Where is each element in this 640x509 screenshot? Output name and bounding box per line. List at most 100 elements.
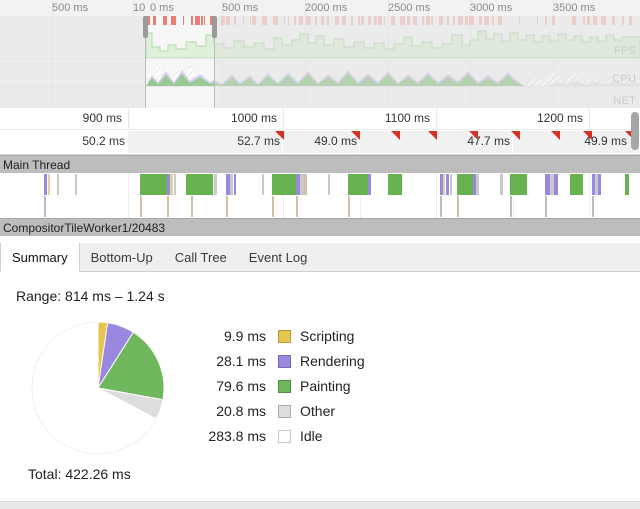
- vertical-scrollbar-thumb[interactable]: [631, 112, 639, 150]
- flame-bar-child[interactable]: [140, 196, 142, 217]
- tab-summary-label: Summary: [12, 250, 68, 265]
- frame-warning-icon: [469, 131, 478, 140]
- flame-bar-child[interactable]: [592, 196, 594, 217]
- flame-bar[interactable]: [272, 174, 296, 195]
- flame-gridline: [128, 173, 129, 218]
- timeline-overview[interactable]: 500 ms 10 0 ms 500 ms 2000 ms 2500 ms 3000 ms 3…: [0, 0, 640, 108]
- legend-row[interactable]: 9.9 ms Scripting: [188, 324, 365, 349]
- flame-gridline: [436, 173, 437, 218]
- flame-bar[interactable]: [75, 174, 77, 195]
- legend-swatch: [278, 355, 291, 369]
- flame-bar[interactable]: [598, 174, 601, 195]
- flame-bar-child[interactable]: [457, 196, 459, 217]
- frame-warning-icon: [551, 131, 560, 140]
- flame-bar-child[interactable]: [296, 196, 298, 217]
- legend-row[interactable]: 79.6 ms Painting: [188, 374, 365, 399]
- flame-bar[interactable]: [262, 174, 264, 195]
- flame-bar[interactable]: [230, 174, 233, 195]
- flame-bar[interactable]: [48, 174, 50, 195]
- flame-bar-child[interactable]: [226, 196, 228, 217]
- flame-bar[interactable]: [476, 174, 479, 195]
- frame-duration-label: 50.2 ms: [82, 134, 125, 148]
- flame-bar[interactable]: [570, 174, 583, 195]
- tab-event-log-label: Event Log: [248, 250, 308, 265]
- tab-call-tree[interactable]: Call Tree: [164, 243, 238, 272]
- tab-event-log[interactable]: Event Log: [238, 243, 319, 272]
- flame-bar[interactable]: [446, 174, 449, 195]
- summary-range-label: Range: 814 ms – 1.24 s: [16, 288, 165, 304]
- flame-bar[interactable]: [510, 174, 527, 195]
- flame-bar[interactable]: [57, 174, 59, 195]
- flame-bar[interactable]: [450, 174, 452, 195]
- flame-bar[interactable]: [328, 174, 330, 195]
- timeline-ruler-divider: [436, 108, 437, 130]
- legend-label: Idle: [300, 428, 323, 445]
- flame-bar[interactable]: [443, 174, 445, 195]
- flame-bar[interactable]: [170, 174, 173, 195]
- timeline-ruler-tick: 1200 ms: [536, 111, 583, 125]
- flame-bar-child[interactable]: [272, 196, 274, 217]
- tab-call-tree-label: Call Tree: [174, 250, 227, 265]
- flame-bar-child[interactable]: [510, 196, 512, 217]
- flame-bar[interactable]: [234, 174, 236, 195]
- overview-dim-left: [0, 16, 145, 108]
- flame-bar[interactable]: [214, 174, 217, 195]
- legend-row[interactable]: 28.1 ms Rendering: [188, 349, 365, 374]
- frames-row[interactable]: 50.2 ms 52.7 ms 49.0 ms 47.7 ms 49.9 ms: [0, 130, 640, 155]
- flame-bar[interactable]: [457, 174, 473, 195]
- overview-ruler-tick: 0 ms: [150, 2, 174, 14]
- overview-selection-handle-left[interactable]: [143, 16, 148, 38]
- overview-ruler-tick: 10: [133, 2, 146, 14]
- flame-bar[interactable]: [368, 174, 371, 195]
- timeline-ruler-tick: 1100 ms: [384, 111, 430, 125]
- tab-bottom-up[interactable]: Bottom-Up: [80, 243, 164, 272]
- flame-bar-child[interactable]: [440, 196, 442, 217]
- legend-label: Rendering: [300, 353, 365, 370]
- legend-label: Painting: [300, 378, 351, 395]
- frame-warning-icon: [428, 131, 437, 140]
- flame-bar[interactable]: [174, 174, 176, 195]
- legend-row[interactable]: 283.8 ms Idle: [188, 424, 365, 449]
- flame-bar-child[interactable]: [167, 196, 169, 217]
- frame-warning-icon: [583, 131, 592, 140]
- summary-total-label: Total: 422.26 ms: [28, 466, 131, 482]
- legend-swatch: [278, 380, 291, 394]
- pie-svg: [31, 321, 165, 455]
- tab-summary[interactable]: Summary: [0, 243, 80, 272]
- flame-bar[interactable]: [388, 174, 402, 195]
- flame-gridline: [589, 173, 590, 218]
- flame-bar-child[interactable]: [348, 196, 350, 217]
- legend-value: 28.1 ms: [216, 353, 266, 370]
- frame-warning-icon: [391, 131, 400, 140]
- devtools-performance-panel: 500 ms 10 0 ms 500 ms 2000 ms 2500 ms 3000 ms 3…: [0, 0, 640, 509]
- track-header-compositor[interactable]: CompositorTileWorker1/20483: [0, 218, 640, 236]
- flame-bar[interactable]: [500, 174, 503, 195]
- flame-bar[interactable]: [44, 174, 47, 195]
- legend-label: Scripting: [300, 328, 355, 345]
- overview-selection-window[interactable]: [145, 16, 215, 108]
- legend-value: 9.9 ms: [223, 328, 266, 345]
- legend-value: 283.8 ms: [208, 428, 266, 445]
- flame-bar-child[interactable]: [44, 196, 46, 217]
- track-title-main-thread: Main Thread: [3, 158, 71, 172]
- legend-value: 20.8 ms: [216, 403, 266, 420]
- flame-bar[interactable]: [304, 174, 307, 195]
- legend-swatch: [278, 430, 291, 444]
- timeline-ruler-divider: [128, 108, 129, 130]
- flame-bar-child[interactable]: [545, 196, 547, 217]
- flame-bar-child[interactable]: [191, 196, 193, 217]
- flame-chart-main-thread[interactable]: [0, 173, 640, 218]
- flame-bar[interactable]: [625, 174, 629, 195]
- overview-selection-handle-right[interactable]: [212, 16, 217, 38]
- overview-ruler-tick: 3000 ms: [470, 2, 513, 14]
- timeline-ruler-divider: [589, 108, 590, 130]
- flame-bar[interactable]: [191, 174, 213, 195]
- track-header-main-thread[interactable]: Main Thread: [0, 155, 640, 173]
- flame-bar[interactable]: [554, 174, 558, 195]
- flame-bar[interactable]: [348, 174, 368, 195]
- timeline-ruler: 900 ms 1000 ms 1100 ms 1200 ms: [0, 108, 640, 130]
- flame-bar[interactable]: [140, 174, 167, 195]
- legend-swatch: [278, 405, 291, 419]
- detail-tabbar: Summary Bottom-Up Call Tree Event Log: [0, 243, 640, 272]
- legend-row[interactable]: 20.8 ms Other: [188, 399, 365, 424]
